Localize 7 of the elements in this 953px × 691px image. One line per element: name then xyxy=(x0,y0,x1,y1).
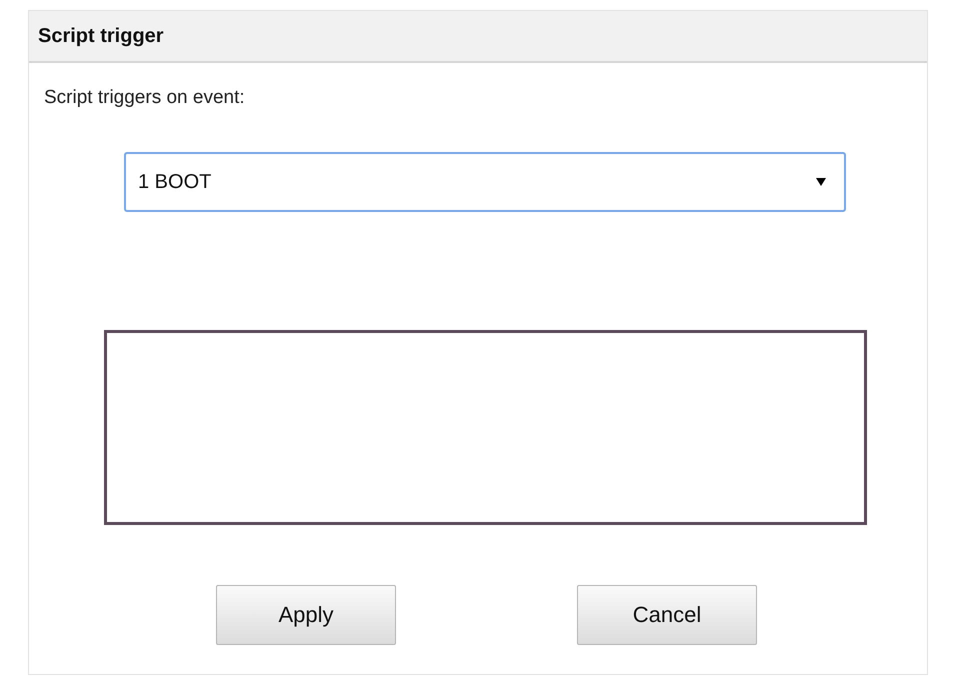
dialog-button[interactable]: Cancel xyxy=(577,585,757,645)
panel-title: Script trigger xyxy=(38,25,164,47)
event-label: Script triggers on event: xyxy=(44,87,246,109)
event-dropdown[interactable]: 1 BOOT xyxy=(124,152,846,212)
script-text-area[interactable] xyxy=(104,330,867,525)
caret-icon xyxy=(816,178,826,186)
dialog-button[interactable]: Apply xyxy=(216,585,396,645)
